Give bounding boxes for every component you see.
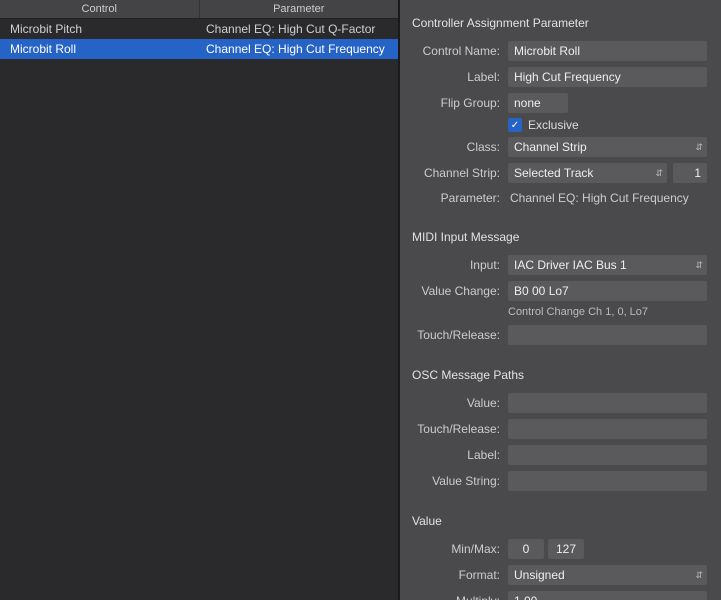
- label-multiply: Multiply:: [410, 594, 500, 600]
- class-select[interactable]: Channel Strip ⇵: [508, 137, 707, 157]
- label-value-string: Value String:: [410, 474, 500, 488]
- channel-strip-number[interactable]: [673, 163, 707, 183]
- cell-parameter: Channel EQ: High Cut Q-Factor: [200, 22, 398, 36]
- osc-value-field[interactable]: [508, 393, 707, 413]
- min-field[interactable]: [508, 539, 544, 559]
- channel-strip-select[interactable]: Selected Track ⇵: [508, 163, 667, 183]
- control-name-field[interactable]: [508, 41, 707, 61]
- label-channel-strip: Channel Strip:: [410, 166, 500, 180]
- chevron-updown-icon: ⇵: [695, 568, 701, 582]
- col-control[interactable]: Control: [0, 0, 200, 18]
- table-row[interactable]: Microbit Roll Channel EQ: High Cut Frequ…: [0, 39, 398, 59]
- parameter-value: Channel EQ: High Cut Frequency: [508, 191, 689, 205]
- label-control-name: Control Name:: [410, 44, 500, 58]
- exclusive-checkbox[interactable]: ✓: [508, 118, 522, 132]
- cell-control: Microbit Roll: [0, 42, 200, 56]
- table-header: Control Parameter: [0, 0, 398, 19]
- inspector-panel: Controller Assignment Parameter Control …: [400, 0, 721, 600]
- chevron-updown-icon: ⇵: [695, 258, 701, 272]
- check-icon: ✓: [511, 120, 519, 131]
- table-row[interactable]: Microbit Pitch Channel EQ: High Cut Q-Fa…: [0, 19, 398, 39]
- osc-label-field[interactable]: [508, 445, 707, 465]
- value-change-field[interactable]: [508, 281, 707, 301]
- format-select[interactable]: Unsigned ⇵: [508, 565, 707, 585]
- label-osc-label: Label:: [410, 448, 500, 462]
- chevron-updown-icon: ⇵: [695, 140, 701, 154]
- label-flip-group: Flip Group:: [410, 96, 500, 110]
- label-class: Class:: [410, 140, 500, 154]
- cell-control: Microbit Pitch: [0, 22, 200, 36]
- label-touch-release: Touch/Release:: [410, 328, 500, 342]
- label-input: Input:: [410, 258, 500, 272]
- max-field[interactable]: [548, 539, 584, 559]
- input-select[interactable]: IAC Driver IAC Bus 1 ⇵: [508, 255, 707, 275]
- section-title-value: Value: [412, 514, 707, 528]
- col-parameter[interactable]: Parameter: [200, 0, 399, 18]
- label-value-change: Value Change:: [410, 284, 500, 298]
- section-title-assignment: Controller Assignment Parameter: [412, 16, 707, 30]
- label-minmax: Min/Max:: [410, 542, 500, 556]
- label-osc-touch: Touch/Release:: [410, 422, 500, 436]
- cell-parameter: Channel EQ: High Cut Frequency: [200, 42, 398, 56]
- label-parameter: Parameter:: [410, 191, 500, 205]
- exclusive-label: Exclusive: [528, 118, 579, 132]
- chevron-updown-icon: ⇵: [655, 166, 661, 180]
- label-field[interactable]: [508, 67, 707, 87]
- label-format: Format:: [410, 568, 500, 582]
- assignments-table: Control Parameter Microbit Pitch Channel…: [0, 0, 400, 600]
- section-title-midi: MIDI Input Message: [412, 230, 707, 244]
- table-body: Microbit Pitch Channel EQ: High Cut Q-Fa…: [0, 19, 398, 600]
- value-change-description: Control Change Ch 1, 0, Lo7: [410, 306, 707, 318]
- touch-release-field[interactable]: [508, 325, 707, 345]
- label-label: Label:: [410, 70, 500, 84]
- value-string-field[interactable]: [508, 471, 707, 491]
- multiply-field[interactable]: [508, 591, 707, 600]
- osc-touch-field[interactable]: [508, 419, 707, 439]
- flip-group-field[interactable]: [508, 93, 568, 113]
- section-title-osc: OSC Message Paths: [412, 368, 707, 382]
- label-osc-value: Value:: [410, 396, 500, 410]
